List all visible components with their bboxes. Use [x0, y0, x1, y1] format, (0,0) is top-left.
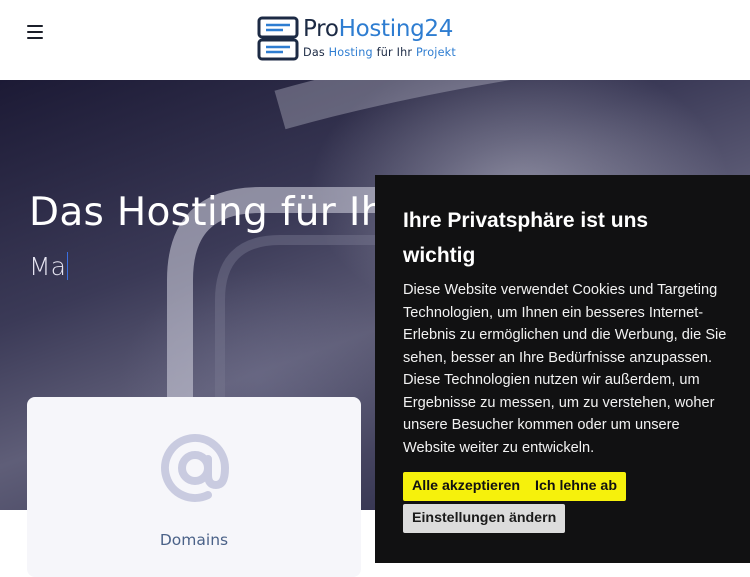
cookie-consent-banner: Ihre Privatsphäre ist uns wichtig Diese …	[375, 175, 750, 563]
cookie-banner-title: Ihre Privatsphäre ist uns wichtig	[403, 209, 649, 267]
accept-all-button[interactable]: Alle akzeptieren	[403, 472, 530, 501]
hamburger-menu-icon[interactable]	[27, 25, 43, 39]
hero-typed-text: Ma	[29, 252, 69, 281]
text-caret	[66, 252, 69, 280]
cookie-banner-text: Diese Website verwendet Cookies und Targ…	[403, 282, 727, 456]
service-card-label: Domains	[159, 531, 229, 549]
reject-button[interactable]: Ich lehne ab	[526, 472, 626, 501]
change-settings-button[interactable]: Einstellungen ändern	[403, 504, 566, 533]
hero-title: Das Hosting für Ih	[29, 190, 386, 235]
service-card-domains[interactable]: Domains	[27, 397, 361, 577]
site-header: ProHosting24 Das Hosting für Ihr Projekt	[0, 0, 750, 80]
at-sign-icon	[161, 434, 230, 502]
site-logo[interactable]: ProHosting24 Das Hosting für Ihr Projekt	[257, 16, 467, 64]
logo-wordmark: ProHosting24	[303, 16, 454, 42]
server-rack-icon	[257, 16, 299, 61]
logo-tagline: Das Hosting für Ihr Projekt	[303, 46, 456, 59]
